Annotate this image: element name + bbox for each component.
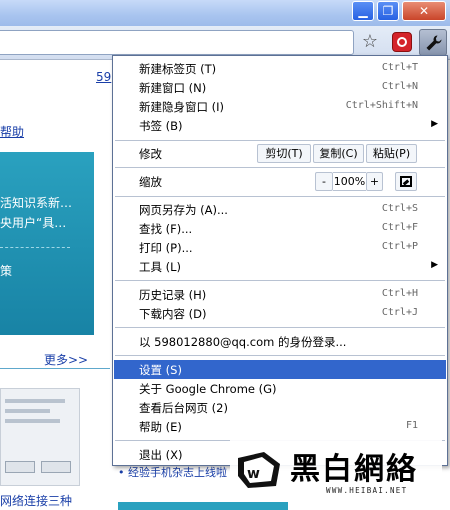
menu-item-label: 下载内容 (D) <box>139 307 207 321</box>
zoom-out-button[interactable]: - <box>315 172 333 191</box>
page-bottom-strip <box>118 502 288 510</box>
cut-button[interactable]: 剪切(T) <box>257 144 311 163</box>
paste-button[interactable]: 粘贴(P) <box>366 144 417 163</box>
address-bar[interactable] <box>0 30 354 55</box>
menu-item-label: 关于 Google Chrome (G) <box>139 382 277 396</box>
menu-item-label: 设置 (S) <box>139 363 182 377</box>
menu-item-new-incognito-window[interactable]: 新建隐身窗口 (I) Ctrl+Shift+N <box>114 97 446 116</box>
menu-item-label: 修改 <box>139 147 162 161</box>
page-box-text-1: 活知识系新… <box>0 196 73 210</box>
menu-item-find[interactable]: 查找 (F)... Ctrl+F <box>114 219 446 238</box>
page-info-box: 活知识系新… 央用户“具… 策 <box>0 152 94 335</box>
menu-item-history[interactable]: 历史记录 (H) Ctrl+H <box>114 285 446 304</box>
menu-item-label: 退出 (X) <box>139 448 183 462</box>
menu-item-bookmarks[interactable]: 书签 (B) ▶ <box>114 116 446 135</box>
menu-item-new-window[interactable]: 新建窗口 (N) Ctrl+N <box>114 78 446 97</box>
submenu-arrow-icon: ▶ <box>431 119 438 129</box>
menu-item-label: 帮助 (E) <box>139 420 182 434</box>
submenu-arrow-icon: ▶ <box>431 260 438 270</box>
menu-item-shortcut: Ctrl+P <box>381 241 418 252</box>
page-divider <box>0 368 110 369</box>
menu-separator <box>115 327 445 328</box>
menu-item-label: 新建隐身窗口 (I) <box>139 100 225 114</box>
menu-item-shortcut: Ctrl+T <box>381 62 418 73</box>
menu-item-label: 新建窗口 (N) <box>139 81 207 95</box>
menu-item-downloads[interactable]: 下载内容 (D) Ctrl+J <box>114 304 446 323</box>
svg-text:w: w <box>247 466 260 482</box>
page-bottom-link[interactable]: 网络连接三种 <box>0 492 72 509</box>
menu-item-label: 新建标签页 (T) <box>139 62 217 76</box>
page-thumbnail[interactable] <box>0 388 80 486</box>
page-more-link[interactable]: 更多>> <box>44 351 88 368</box>
menu-item-shortcut: Ctrl+F <box>381 222 418 233</box>
page-box-divider <box>0 247 70 248</box>
menu-separator <box>115 280 445 281</box>
menu-item-help[interactable]: 帮助 (E) F1 <box>114 417 446 436</box>
menu-item-label: 打印 (P)... <box>139 241 193 255</box>
restore-icon: ❐ <box>382 4 394 18</box>
menu-item-label: 查找 (F)... <box>139 222 193 236</box>
copy-button[interactable]: 复制(C) <box>313 144 364 163</box>
zoom-in-button[interactable]: + <box>366 172 383 191</box>
menu-item-save-page-as[interactable]: 网页另存为 (A)... Ctrl+S <box>114 200 446 219</box>
close-icon: ✕ <box>418 4 430 18</box>
menu-item-edit: 修改 剪切(T) 复制(C) 粘贴(P) <box>114 144 446 163</box>
menu-item-shortcut: Ctrl+Shift+N <box>345 100 418 111</box>
menu-item-label: 工具 (L) <box>139 260 182 274</box>
menu-item-background-pages[interactable]: 查看后台网页 (2) <box>114 398 446 417</box>
fullscreen-button[interactable] <box>395 172 417 191</box>
heibai-watermark: w 黑白網絡 WWW.HEIBAI.NET <box>230 438 442 500</box>
close-button[interactable]: ✕ <box>402 1 446 21</box>
menu-item-shortcut: Ctrl+S <box>381 203 418 214</box>
menu-separator <box>115 167 445 168</box>
chrome-wrench-menu: 新建标签页 (T) Ctrl+T 新建窗口 (N) Ctrl+N 新建隐身窗口 … <box>112 55 448 466</box>
wrench-menu-button[interactable] <box>419 29 447 56</box>
menu-separator <box>115 196 445 197</box>
page-box-text-3: 策 <box>0 264 13 278</box>
page-bullet-link[interactable]: • 经验手机杂志上线啦 <box>118 464 227 480</box>
page-help-link[interactable]: 帮助 <box>0 123 24 140</box>
heibai-logo-icon: w <box>238 452 280 488</box>
window-title-bar: ▁ ❐ ✕ <box>0 0 450 26</box>
menu-item-shortcut: Ctrl+H <box>381 288 418 299</box>
wrench-icon <box>426 35 442 51</box>
menu-item-sign-in[interactable]: 以 598012880@qq.com 的身份登录... <box>114 332 446 351</box>
extension-stop-icon[interactable] <box>392 32 412 52</box>
menu-item-shortcut: Ctrl+N <box>381 81 418 92</box>
menu-item-settings[interactable]: 设置 (S) <box>114 360 446 379</box>
fullscreen-icon <box>400 176 412 187</box>
menu-item-label: 历史记录 (H) <box>139 288 207 302</box>
maximize-button[interactable]: ❐ <box>377 1 399 21</box>
menu-item-shortcut: F1 <box>405 420 418 431</box>
menu-item-shortcut: Ctrl+J <box>381 307 418 318</box>
minimize-button[interactable]: ▁ <box>352 1 374 21</box>
minimize-icon: ▁ <box>358 4 368 18</box>
page-box-text-2: 央用户“具… <box>0 216 67 230</box>
menu-item-tools[interactable]: 工具 (L) ▶ <box>114 257 446 276</box>
zoom-level: 100% <box>333 172 366 191</box>
menu-item-label: 网页另存为 (A)... <box>139 203 228 217</box>
menu-item-about-chrome[interactable]: 关于 Google Chrome (G) <box>114 379 446 398</box>
menu-item-zoom: 缩放 - 100% + <box>114 172 446 191</box>
menu-separator <box>115 355 445 356</box>
page-top-link[interactable]: 59 <box>96 70 111 84</box>
menu-item-label: 查看后台网页 (2) <box>139 401 228 415</box>
menu-item-label: 书签 (B) <box>139 119 183 133</box>
menu-item-label: 以 598012880@qq.com 的身份登录... <box>139 335 347 349</box>
menu-item-print[interactable]: 打印 (P)... Ctrl+P <box>114 238 446 257</box>
menu-separator <box>115 140 445 141</box>
bookmark-star-icon[interactable]: ☆ <box>360 31 380 53</box>
watermark-url: WWW.HEIBAI.NET <box>326 486 408 495</box>
menu-item-new-tab[interactable]: 新建标签页 (T) Ctrl+T <box>114 59 446 78</box>
menu-item-label: 缩放 <box>139 175 162 189</box>
watermark-text: 黑白網絡 <box>290 452 418 487</box>
